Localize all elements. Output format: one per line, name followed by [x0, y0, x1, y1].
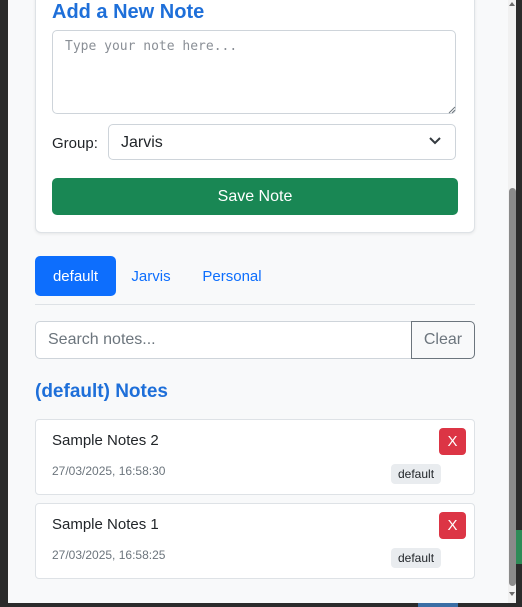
scrollbar-thumb[interactable] [509, 188, 516, 586]
window-frame-bottom [0, 603, 522, 607]
note-textarea[interactable] [52, 30, 456, 114]
scroll-up-arrow-icon[interactable] [509, 2, 515, 6]
note-timestamp: 27/03/2025, 16:58:25 [52, 548, 166, 562]
tabs-divider [35, 304, 475, 305]
delete-note-button[interactable]: X [439, 428, 466, 455]
window-frame-right [516, 0, 522, 607]
add-note-card: Add a New Note Group: Jarvis Save Note [35, 0, 475, 233]
add-note-title: Add a New Note [52, 1, 205, 23]
group-select-value: Jarvis [121, 134, 163, 151]
tab-jarvis[interactable]: Jarvis [122, 256, 180, 296]
tab-default[interactable]: default [35, 256, 116, 296]
scroll-down-arrow-icon[interactable] [509, 592, 515, 596]
note-text: Sample Notes 1 [52, 516, 159, 533]
resize-grip-icon[interactable] [448, 106, 456, 114]
group-badge: default [391, 464, 442, 484]
note-card: Sample Notes 2 27/03/2025, 16:58:30 X de… [35, 419, 475, 495]
chevron-down-icon [429, 137, 441, 145]
group-select[interactable]: Jarvis [108, 124, 456, 160]
search-input[interactable] [35, 321, 412, 359]
tab-personal[interactable]: Personal [192, 256, 272, 296]
extension-popup: Add a New Note Group: Jarvis Save Note d… [8, 0, 516, 603]
note-timestamp: 27/03/2025, 16:58:30 [52, 464, 166, 478]
note-card: Sample Notes 1 27/03/2025, 16:58:25 X de… [35, 503, 475, 579]
notes-heading: (default) Notes [35, 381, 168, 402]
clear-search-button[interactable]: Clear [411, 321, 475, 359]
taskbar-accent [418, 603, 458, 607]
scrollbar[interactable] [508, 0, 516, 603]
group-label: Group: [52, 135, 98, 152]
background-app-strip [516, 530, 522, 564]
delete-note-button[interactable]: X [439, 512, 466, 539]
save-note-button[interactable]: Save Note [52, 178, 458, 215]
window-frame-left [0, 0, 8, 607]
group-badge: default [391, 548, 442, 568]
note-text: Sample Notes 2 [52, 432, 159, 449]
